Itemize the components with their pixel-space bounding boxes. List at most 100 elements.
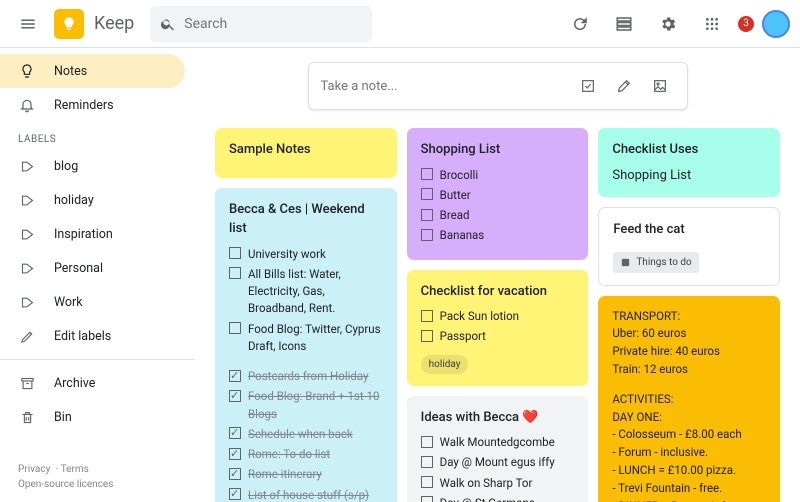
checklist-item[interactable]: Bananas (421, 227, 575, 244)
checklist-item[interactable]: All Bills list: Water, Electricity, Gas,… (229, 266, 383, 318)
checklist-text: Brocolli (440, 167, 478, 184)
search-input[interactable] (184, 16, 362, 32)
label-chip[interactable]: holiday (421, 355, 469, 374)
checklist-item[interactable]: Butter (421, 187, 575, 204)
nav-label: blog (54, 159, 78, 174)
checklist-item[interactable]: Rome itinerary (229, 466, 383, 483)
terms-link[interactable]: Terms (61, 464, 89, 475)
note-sample[interactable]: Sample Notes (215, 128, 397, 178)
checklist-text: Bread (440, 207, 470, 224)
checkbox-icon[interactable] (421, 229, 433, 241)
apps-icon (704, 16, 720, 32)
nav-edit-labels[interactable]: Edit labels (0, 319, 185, 353)
note-title: Shopping List (421, 140, 575, 160)
note-feed-cat[interactable]: Feed the cat Things to do (598, 207, 780, 286)
checklist-item[interactable]: Food Blog: Brand + 1st 10 Blogs (229, 388, 383, 423)
menu-icon (19, 15, 37, 33)
checkbox-icon[interactable] (229, 390, 241, 402)
checklist-item[interactable]: Brocolli (421, 167, 575, 184)
labels-heading: LABELS (0, 122, 195, 149)
product-name: Keep (94, 13, 134, 34)
search-box[interactable] (150, 6, 372, 42)
licences-link[interactable]: Open-source licences (18, 479, 177, 490)
label-icon (18, 157, 36, 175)
sidebar: Notes Reminders LABELS blog holiday Inspir… (0, 48, 195, 502)
checkbox-icon[interactable] (229, 488, 241, 500)
checkbox-icon[interactable] (229, 322, 241, 334)
sidebar-label[interactable]: holiday (0, 183, 185, 217)
nav-reminders[interactable]: Reminders (0, 88, 185, 122)
new-drawing-button[interactable] (609, 71, 639, 101)
nav-notes[interactable]: Notes (0, 54, 185, 88)
settings-button[interactable] (650, 6, 686, 42)
note-ideas[interactable]: Ideas with Becca ❤️ Walk Mountedgcombe Da… (407, 396, 589, 502)
note-transport[interactable]: TRANSPORT: Uber: 60 eurosPrivate hire: 4… (598, 296, 780, 502)
checklist-item[interactable]: Food Blog: Twitter, Cyprus Draft, Icons (229, 321, 383, 356)
refresh-button[interactable] (562, 6, 598, 42)
composer-input[interactable] (321, 79, 567, 94)
checkbox-icon[interactable] (229, 468, 241, 480)
checkbox-icon[interactable] (229, 370, 241, 382)
menu-button[interactable] (10, 6, 46, 42)
checkbox-icon[interactable] (421, 456, 433, 468)
checkbox-icon[interactable] (229, 448, 241, 460)
checklist-item[interactable]: Postcards from Holiday (229, 368, 383, 385)
checkbox-icon[interactable] (229, 267, 241, 279)
note-shopping-list[interactable]: Shopping List Brocolli Butter Bread Bananas (407, 128, 589, 260)
sidebar-label[interactable]: Inspiration (0, 217, 185, 251)
checklist-item[interactable]: Walk Mountedgcombe (421, 434, 575, 451)
checklist-item[interactable]: Schedule when back (229, 426, 383, 443)
nav-bin[interactable]: Bin (0, 400, 185, 434)
column-1: Sample Notes Becca & Ces | Weekend list … (215, 128, 397, 502)
bulb-icon (18, 62, 36, 80)
gear-icon (659, 15, 677, 33)
reminder-chip[interactable]: Things to do (613, 252, 698, 273)
checkbox-icon[interactable] (229, 427, 241, 439)
note-vacation[interactable]: Checklist for vacation Pack Sun lotionPa… (407, 270, 589, 386)
notification-badge[interactable]: 3 (738, 16, 754, 32)
checklist-text: Day @ Mount egus iffy (440, 454, 555, 471)
checklist-item[interactable]: Passport (421, 328, 575, 345)
checkbox-icon[interactable] (421, 209, 433, 221)
sidebar-label[interactable]: Personal (0, 251, 185, 285)
footer-links: Privacy · Terms Open-source licences (0, 456, 195, 502)
nav-label: holiday (54, 193, 94, 208)
checklist-item[interactable]: Day @ Mount egus iffy (421, 454, 575, 471)
view-toggle-button[interactable] (606, 6, 642, 42)
checkbox-icon[interactable] (421, 476, 433, 488)
checkbox-icon[interactable] (421, 436, 433, 448)
checklist-item[interactable]: Walk on Sharp Tor (421, 475, 575, 492)
apps-button[interactable] (694, 6, 730, 42)
sidebar-label[interactable]: blog (0, 149, 185, 183)
checklist-item[interactable]: Pack Sun lotion (421, 308, 575, 325)
checkbox-icon[interactable] (421, 310, 433, 322)
checkbox-icon[interactable] (421, 330, 433, 342)
new-checklist-button[interactable] (573, 71, 603, 101)
brush-icon (616, 78, 632, 94)
checklist-item[interactable]: University work (229, 246, 383, 263)
checklist-item[interactable]: Rome: To do list (229, 446, 383, 463)
checklist-text: Postcards from Holiday (248, 368, 369, 385)
checklist-text: Rome itinerary (248, 466, 322, 483)
checklist-text: Passport (440, 328, 486, 345)
checkbox-icon[interactable] (421, 496, 433, 502)
nav-archive[interactable]: Archive (0, 366, 185, 400)
nav-label: Edit labels (54, 329, 111, 344)
note-checklist-uses[interactable]: Checklist Uses Shopping List (598, 128, 780, 197)
checklist-text: Day @ St Germans (440, 495, 535, 502)
checkbox-icon[interactable] (229, 247, 241, 259)
checklist-item[interactable]: List of house stuff (s/p) (kettle) (229, 487, 383, 502)
checklist-item[interactable]: Bread (421, 207, 575, 224)
note-weekend-list[interactable]: Becca & Ces | Weekend list University wo… (215, 188, 397, 502)
checklist-text: Food Blog: Brand + 1st 10 Blogs (248, 388, 383, 423)
avatar[interactable] (762, 10, 790, 38)
note-composer[interactable] (308, 62, 688, 110)
checkbox-icon[interactable] (421, 168, 433, 180)
checkbox-icon[interactable] (421, 188, 433, 200)
checklist-text: Food Blog: Twitter, Cyprus Draft, Icons (248, 321, 383, 356)
sidebar-label[interactable]: Work (0, 285, 185, 319)
privacy-link[interactable]: Privacy (18, 464, 50, 475)
new-image-button[interactable] (645, 71, 675, 101)
checklist-item[interactable]: Day @ St Germans (421, 495, 575, 502)
note-title: Ideas with Becca ❤️ (421, 408, 575, 428)
